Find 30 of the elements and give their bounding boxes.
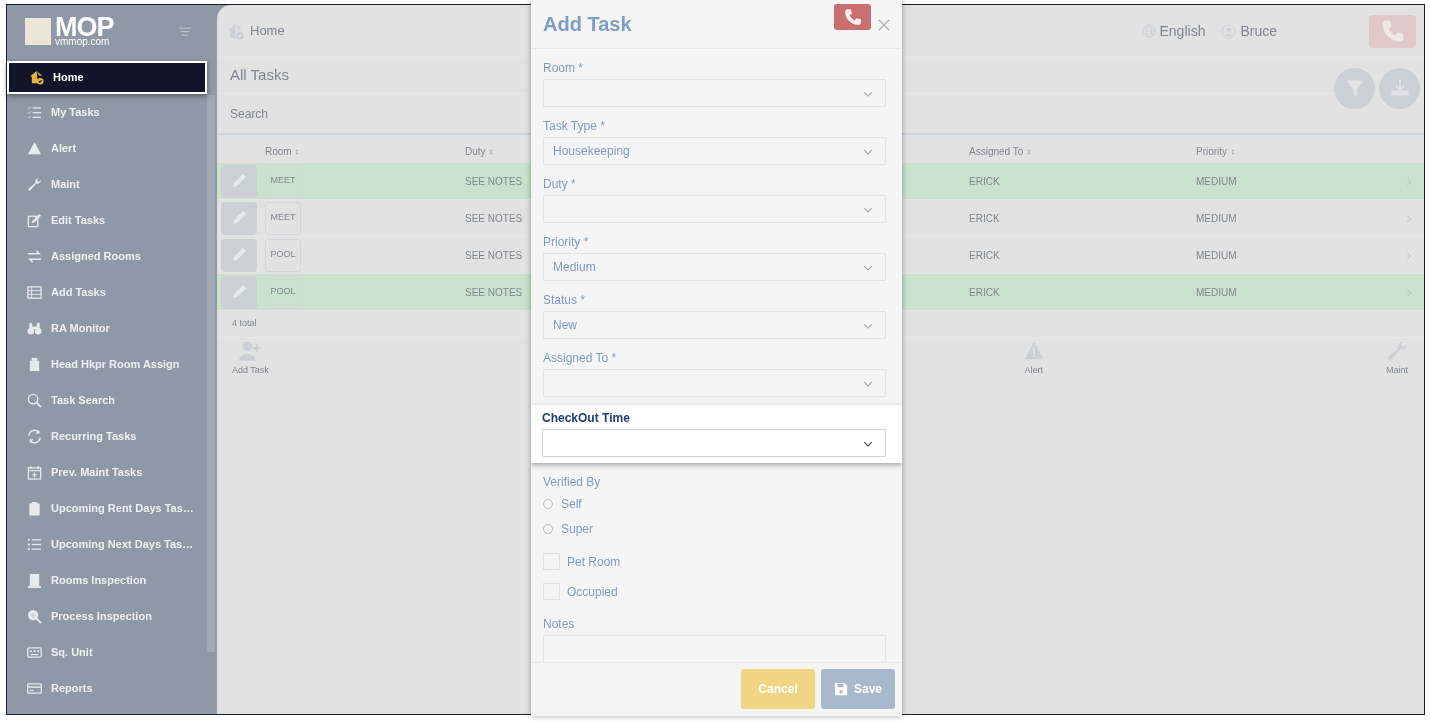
room-tag: POOL [265, 238, 301, 272]
field-label: Duty * [543, 176, 577, 193]
table-cell: ERICK [969, 175, 1000, 187]
field-label: Notes [543, 616, 576, 633]
table-cell: MEDIUM [1196, 175, 1237, 187]
room-tag: MEET [265, 164, 301, 198]
field-label: Assigned To * [543, 350, 618, 367]
page-title: All Tasks [230, 65, 289, 86]
table-cell: SEE NOTES [465, 286, 523, 298]
logo-subtitle: vmmop.com [55, 36, 110, 47]
field-label: Verified By [543, 474, 602, 491]
table-cell: SEE NOTES [465, 249, 523, 261]
table-cell: MEDIUM [1196, 212, 1237, 224]
field-label: CheckOut Time [542, 410, 631, 427]
field-label: Status * [543, 292, 587, 309]
table-cell: MEDIUM [1196, 286, 1237, 298]
dialog-title: Add Task [543, 12, 632, 36]
room-tag: POOL [265, 275, 301, 309]
table-cell: ERICK [969, 286, 1000, 298]
table-cell: ERICK [969, 249, 1000, 261]
table-cell: ERICK [969, 212, 1000, 224]
field-label: Task Type * [543, 118, 606, 135]
field-label: Priority * [543, 234, 590, 251]
table-cell: MEDIUM [1196, 249, 1237, 261]
logo-text: MOP [55, 16, 114, 39]
room-tag: MEET [265, 201, 301, 235]
row-count: 4 total [232, 317, 257, 331]
table-cell: SEE NOTES [465, 175, 523, 187]
field-label: Room * [543, 60, 584, 77]
table-cell: SEE NOTES [465, 212, 523, 224]
